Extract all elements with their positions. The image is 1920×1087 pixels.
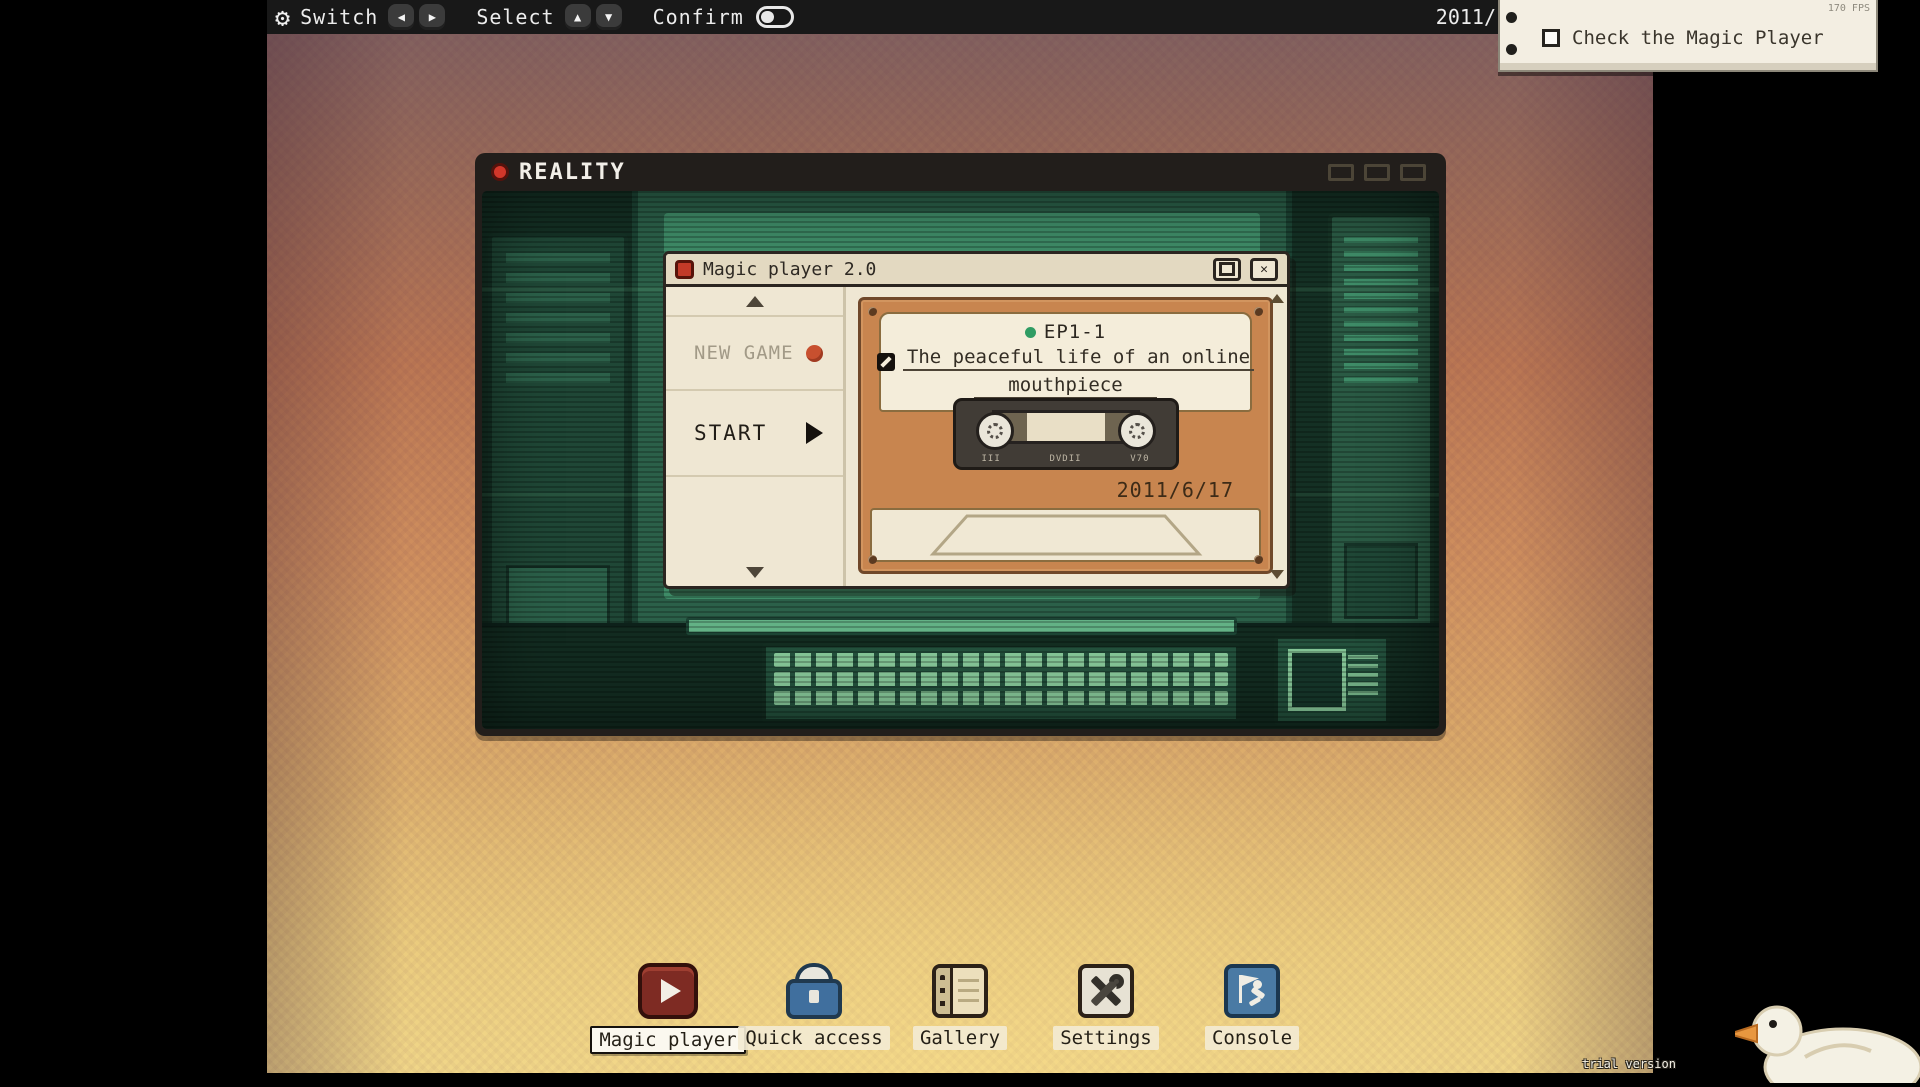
desktop-icon-gallery[interactable]: Gallery	[898, 961, 1022, 1054]
menu-scroll-down[interactable]	[666, 558, 843, 586]
icon-label: Gallery	[913, 1026, 1007, 1050]
dialog-title: Magic player 2.0	[703, 259, 876, 280]
up-arrow-button-icon: ▲	[565, 4, 591, 30]
magic-player-dialog: Magic player 2.0 ✕ NEW GAME START	[663, 251, 1290, 589]
dialog-titlebar: Magic player 2.0 ✕	[666, 254, 1287, 287]
up-triangle-icon	[746, 296, 764, 307]
screw-icon	[868, 555, 877, 564]
screw-icon	[1254, 555, 1263, 564]
menu-scroll-up[interactable]	[666, 287, 843, 315]
quick-access-icon	[784, 963, 844, 1019]
task-label: Check the Magic Player	[1572, 27, 1824, 49]
left-arrow-button-icon: ◀	[388, 4, 414, 30]
select-hint-label: Select	[476, 5, 554, 29]
icon-label: Quick access	[738, 1026, 889, 1050]
spiral-ring-icon	[1506, 44, 1517, 55]
duck-mascot	[1735, 1005, 1920, 1083]
trial-version-watermark: trial version	[1582, 1057, 1676, 1071]
cassette-mark-right: V70	[1130, 454, 1149, 464]
panel-scroll-down[interactable]	[1270, 570, 1284, 579]
cassette-label-card: EP1-1 The peaceful life of an online mou…	[879, 312, 1252, 412]
keyboard	[762, 643, 1240, 723]
window-button-icon[interactable]	[1328, 164, 1354, 181]
cassette-reel-icon	[1118, 412, 1156, 450]
minimize-button[interactable]	[1213, 258, 1241, 281]
gear-icon[interactable]: ⚙	[275, 3, 290, 32]
episode-menu: NEW GAME START	[666, 287, 846, 586]
down-triangle-icon	[746, 567, 764, 578]
play-icon	[806, 422, 823, 444]
desktop-icon-row: Magic player Quick access Gallery Settin…	[267, 961, 1653, 1054]
episode-title-line1: The peaceful life of an online	[903, 346, 1254, 371]
pen-icon	[877, 353, 895, 371]
magic-player-app-icon	[675, 260, 694, 279]
episode-title-line2: mouthpiece	[974, 374, 1156, 399]
desktop-icon-console[interactable]: Console	[1190, 961, 1314, 1054]
top-hint-bar: ⚙ Switch ◀ ▶ Select ▲ ▼ Confirm 2011/	[267, 0, 1653, 34]
magic-player-icon	[638, 963, 698, 1019]
icon-label: Console	[1205, 1026, 1299, 1050]
desktop-icon-settings[interactable]: Settings	[1044, 961, 1168, 1054]
screw-icon	[868, 307, 877, 316]
fps-counter: 170 FPS	[1828, 3, 1870, 14]
cassette-mark-mid: DVDII	[1049, 454, 1081, 464]
window-button-icon[interactable]	[1364, 164, 1390, 181]
monitor-base	[686, 617, 1237, 635]
right-arrow-button-icon: ▶	[419, 4, 445, 30]
screw-icon	[1254, 307, 1263, 316]
task-note-panel: Check the Magic Player 170 FPS	[1498, 0, 1878, 72]
switch-hint-label: Switch	[300, 5, 378, 29]
cassette-case: EP1-1 The peaceful life of an online mou…	[858, 297, 1273, 574]
spiral-ring-icon	[1506, 12, 1517, 23]
confirm-button-icon	[756, 6, 794, 28]
new-game-label: NEW GAME	[694, 342, 794, 364]
panel-scroll-up[interactable]	[1270, 294, 1284, 303]
gallery-icon	[932, 964, 988, 1018]
cassette-area: EP1-1 The peaceful life of an online mou…	[846, 287, 1287, 586]
cassette-tray	[870, 508, 1261, 562]
settings-icon	[1078, 964, 1134, 1018]
cassette-tape: III DVDII V70	[953, 398, 1179, 470]
menu-item-new-game[interactable]: NEW GAME	[666, 315, 843, 389]
start-label: START	[694, 421, 767, 445]
task-checkbox[interactable]	[1542, 29, 1560, 47]
window-button-icon[interactable]	[1400, 164, 1426, 181]
console-icon	[1224, 964, 1280, 1018]
icon-label: Magic player	[590, 1026, 745, 1054]
tray-outline	[911, 512, 1221, 558]
episode-date: 2011/6/17	[1117, 478, 1234, 502]
cassette-reel-icon	[976, 412, 1014, 450]
new-game-dot-icon	[806, 345, 823, 362]
down-arrow-button-icon: ▼	[596, 4, 622, 30]
desktop-icon-quick-access[interactable]: Quick access	[752, 961, 876, 1054]
date-display: 2011/	[1436, 0, 1496, 34]
menu-item-start[interactable]: START	[666, 389, 843, 477]
reality-titlebar: REALITY	[475, 153, 1446, 191]
icon-label: Settings	[1053, 1026, 1159, 1050]
reality-title: REALITY	[519, 160, 626, 185]
desktop-icon-magic-player[interactable]: Magic player	[606, 961, 730, 1054]
episode-code: EP1-1	[1044, 321, 1106, 343]
cassette-mark-left: III	[982, 454, 1001, 464]
close-button[interactable]: ✕	[1250, 258, 1278, 281]
episode-dot-icon	[1025, 327, 1036, 338]
floppy-drive	[1274, 635, 1390, 725]
confirm-hint-label: Confirm	[653, 5, 744, 29]
record-dot-icon	[491, 163, 509, 181]
